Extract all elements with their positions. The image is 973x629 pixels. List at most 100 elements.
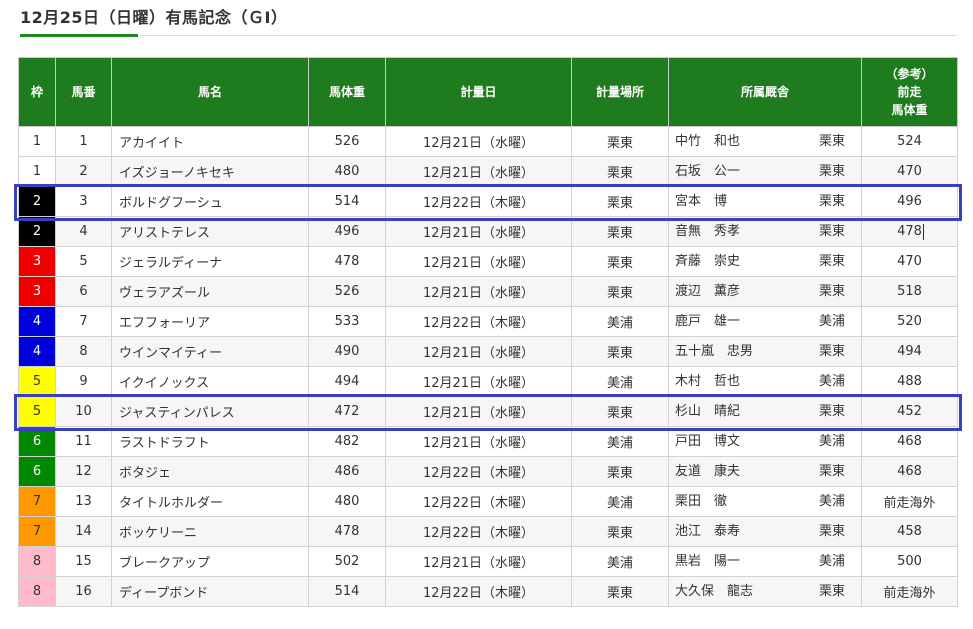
umaban-cell: 13 <box>55 486 112 517</box>
waku-cell: 5 <box>18 366 56 397</box>
weigh-date-cell: 12月21日（水曜） <box>385 246 572 277</box>
table-row: 7 14 ボッケリーニ 478 12月22日（木曜） 栗東 池江 泰寿 栗東 458 <box>18 516 958 547</box>
stable-cell: 池江 泰寿 栗東 <box>668 516 862 547</box>
header-weigh-place: 計量場所 <box>571 57 669 127</box>
horse-name-cell: エフフォーリア <box>111 306 309 337</box>
weigh-date-cell: 12月21日（水曜） <box>385 396 572 427</box>
table-row: 7 13 タイトルホルダー 480 12月22日（木曜） 美浦 栗田 徹美浦 前走海外 <box>18 486 958 517</box>
umaban-cell: 7 <box>55 306 112 337</box>
prev-weight-cell: 524 <box>861 126 958 157</box>
prev-weight-cell: 500 <box>861 546 958 577</box>
weigh-date-cell: 12月21日（水曜） <box>385 216 572 247</box>
horse-name-cell: ラストドラフト <box>111 426 309 457</box>
umaban-cell: 4 <box>55 216 112 247</box>
prev-weight-cell: 前走海外 <box>861 486 958 517</box>
horse-name-cell: ボッケリーニ <box>111 516 309 547</box>
horse-name-cell: ボタジェ <box>111 456 309 487</box>
umaban-cell: 2 <box>55 156 112 187</box>
trainer-name: 渡辺 薫彦 <box>675 284 741 299</box>
trainer-name: 杉山 晴紀 <box>675 404 741 419</box>
umaban-cell: 12 <box>55 456 112 487</box>
weight-cell: 472 <box>308 396 386 427</box>
weigh-place-cell: 美浦 <box>571 486 669 517</box>
stable-region: 美浦 <box>818 494 845 509</box>
horse-name-cell: ウインマイティー <box>111 336 309 367</box>
stable-region: 栗東 <box>818 584 845 599</box>
table-row: 5 9 イクイノックス 494 12月21日（水曜） 美浦 木村 哲也 美浦 488 <box>18 366 958 397</box>
umaban-cell: 6 <box>55 276 112 307</box>
stable-region: 栗東 <box>818 254 845 269</box>
stable-cell: 鹿戸 雄一 美浦 <box>668 306 862 337</box>
umaban-cell: 14 <box>55 516 112 547</box>
weight-cell: 480 <box>308 486 386 517</box>
weigh-place-cell: 美浦 <box>571 426 669 457</box>
table-row: 6 12 ボタジェ 486 12月22日（木曜） 栗東 友道 康夫 栗東 468 <box>18 456 958 487</box>
prev-weight-cell: 488 <box>861 366 958 397</box>
weight-cell: 482 <box>308 426 386 457</box>
weigh-place-cell: 美浦 <box>571 546 669 577</box>
stable-cell: 渡辺 薫彦 栗東 <box>668 276 862 307</box>
weigh-date-cell: 12月21日（水曜） <box>385 276 572 307</box>
stable-region: 栗東 <box>818 404 845 419</box>
horse-name-cell: タイトルホルダー <box>111 486 309 517</box>
table-row: 4 7 エフフォーリア 533 12月22日（木曜） 美浦 鹿戸 雄一 美浦 520 <box>18 306 958 337</box>
header-waku: 枠 <box>18 57 56 127</box>
stable-cell: 戸田 博文 美浦 <box>668 426 862 457</box>
horse-name-cell: ジャスティンパレス <box>111 396 309 427</box>
table-row: 4 8 ウインマイティー 490 12月21日（水曜） 栗東 五十嵐 忠男 栗東 494 <box>18 336 958 367</box>
stable-region: 美浦 <box>818 554 845 569</box>
weigh-date-cell: 12月21日（水曜） <box>385 366 572 397</box>
weight-cell: 478 <box>308 516 386 547</box>
prev-weight-cell: 518 <box>861 276 958 307</box>
waku-cell: 2 <box>18 216 56 247</box>
weigh-place-cell: 美浦 <box>571 366 669 397</box>
trainer-name: 友道 康夫 <box>675 464 741 479</box>
prev-weight-cell: 478 <box>861 216 958 247</box>
trainer-name: 木村 哲也 <box>675 374 741 389</box>
weigh-place-cell: 栗東 <box>571 336 669 367</box>
stable-cell: 友道 康夫 栗東 <box>668 456 862 487</box>
horse-name-cell: ボルドグフーシュ <box>111 186 309 217</box>
trainer-name: 中竹 和也 <box>675 134 741 149</box>
weight-cell: 494 <box>308 366 386 397</box>
trainer-name: 五十嵐 忠男 <box>675 344 754 359</box>
stable-region: 栗東 <box>818 464 845 479</box>
umaban-cell: 16 <box>55 576 112 607</box>
weight-cell: 478 <box>308 246 386 277</box>
weigh-place-cell: 栗東 <box>571 246 669 277</box>
prev-weight-cell: 452 <box>861 396 958 427</box>
weigh-place-cell: 栗東 <box>571 156 669 187</box>
weight-cell: 480 <box>308 156 386 187</box>
table-row: 2 4 アリストテレス 496 12月21日（水曜） 栗東 音無 秀孝 栗東 478 <box>18 216 958 247</box>
stable-cell: 中竹 和也 栗東 <box>668 126 862 157</box>
weigh-date-cell: 12月22日（木曜） <box>385 576 572 607</box>
trainer-name: 戸田 博文 <box>675 434 741 449</box>
umaban-cell: 8 <box>55 336 112 367</box>
weigh-date-cell: 12月22日（木曜） <box>385 306 572 337</box>
horse-name-cell: イズジョーノキセキ <box>111 156 309 187</box>
header-umaban: 馬番 <box>55 57 112 127</box>
weigh-date-cell: 12月21日（水曜） <box>385 126 572 157</box>
text-cursor <box>922 223 924 240</box>
table-row: 3 6 ヴェラアズール 526 12月21日（水曜） 栗東 渡辺 薫彦 栗東 518 <box>18 276 958 307</box>
waku-cell: 6 <box>18 426 56 457</box>
waku-cell: 1 <box>18 156 56 187</box>
prev-weight-cell: 前走海外 <box>861 576 958 607</box>
weigh-place-cell: 栗東 <box>571 576 669 607</box>
stable-region: 美浦 <box>818 434 845 449</box>
weigh-place-cell: 美浦 <box>571 306 669 337</box>
stable-region: 栗東 <box>818 284 845 299</box>
stable-cell: 杉山 晴紀 栗東 <box>668 396 862 427</box>
weight-cell: 496 <box>308 216 386 247</box>
prev-weight-cell: 468 <box>861 426 958 457</box>
stable-cell: 五十嵐 忠男 栗東 <box>668 336 862 367</box>
header-horse-name: 馬名 <box>111 57 309 127</box>
prev-weight-cell: 470 <box>861 246 958 277</box>
table-row: 5 10 ジャスティンパレス 472 12月21日（水曜） 栗東 杉山 晴紀 栗東 452 <box>18 396 958 427</box>
horse-name-cell: アカイイト <box>111 126 309 157</box>
weigh-place-cell: 栗東 <box>571 216 669 247</box>
trainer-name: 池江 泰寿 <box>675 524 741 539</box>
weigh-date-cell: 12月21日（水曜） <box>385 336 572 367</box>
stable-cell: 木村 哲也 美浦 <box>668 366 862 397</box>
weigh-place-cell: 栗東 <box>571 396 669 427</box>
